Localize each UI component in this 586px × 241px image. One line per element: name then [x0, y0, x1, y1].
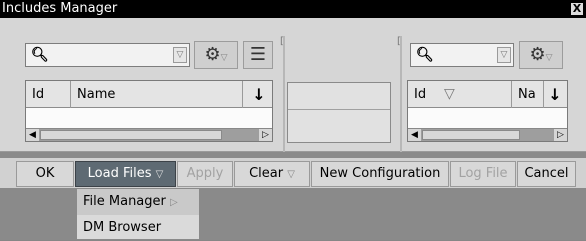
scroll-right-icon[interactable]: ▷ [259, 129, 272, 141]
column-header-name[interactable]: Name [71, 81, 243, 108]
log-file-button[interactable]: Log File [450, 161, 516, 187]
gear-icon: ⚙ [529, 44, 546, 65]
left-horizontal-scrollbar[interactable]: ◀ ▷ [26, 128, 272, 141]
dropdown-arrow-icon: ▽ [155, 169, 164, 180]
dropdown-arrow-icon: ▽ [545, 53, 553, 63]
load-files-button[interactable]: Load Files ▽ [75, 161, 176, 187]
main-content: 🔍︎ ▽ ⚙▽ ☰ Id Name ↓ ◀ ▷ [ [🔍︎ ▽ ⚙▽ Id ▽… [0, 18, 586, 152]
gear-icon: ⚙ [204, 44, 221, 65]
apply-label: Apply [186, 166, 224, 181]
left-table: Id Name ↓ ◀ ▷ [25, 80, 273, 142]
sort-down-arrow-icon[interactable]: ↓ [544, 81, 566, 108]
includes-manager-window: Includes Manager X 🔍︎ ▽ ⚙▽ ☰ Id Name ↓ ◀… [0, 0, 586, 240]
dropdown-arrow-icon: ▽ [287, 169, 295, 180]
new-configuration-button[interactable]: New Configuration [311, 161, 449, 187]
submenu-arrow-icon: ▷ [170, 197, 178, 208]
title-bar: Includes Manager X [0, 0, 586, 18]
clear-button[interactable]: Clear ▽ [234, 161, 310, 187]
scroll-left-icon[interactable]: ◀ [26, 129, 39, 141]
right-search-field[interactable]: 🔍︎ ▽ [410, 43, 514, 67]
menu-item-dm-browser[interactable]: DM Browser [77, 215, 199, 241]
button-bar: OK Load Files ▽ Apply Clear ▽ New Config… [0, 158, 586, 188]
list-button[interactable]: ☰ [243, 41, 273, 69]
left-search-input[interactable] [50, 46, 168, 64]
scroll-right-icon[interactable]: ▷ [554, 129, 567, 141]
dropdown-arrow-icon: ▽ [220, 53, 228, 63]
apply-button[interactable]: Apply [177, 161, 233, 187]
search-icon: 🔍︎ [31, 47, 49, 63]
right-splitter[interactable] [400, 36, 402, 152]
column-header-id[interactable]: Id [26, 81, 71, 108]
ok-label: OK [35, 166, 55, 181]
chevron-down-icon[interactable]: ▽ [173, 47, 187, 63]
left-splitter[interactable] [283, 36, 285, 152]
sort-down-arrow-icon[interactable]: ↓ [248, 81, 270, 108]
cancel-button[interactable]: Cancel [517, 161, 576, 187]
filter-triangle-icon[interactable]: ▽ [444, 81, 455, 108]
left-gear-button[interactable]: ⚙▽ [194, 41, 238, 69]
menu-item-file-manager[interactable]: File Manager ▷ [77, 189, 199, 215]
load-files-label: Load Files [87, 166, 152, 181]
column-header-name[interactable]: Na [512, 81, 544, 108]
window-title: Includes Manager [2, 1, 118, 16]
left-search-field[interactable]: 🔍︎ ▽ [25, 43, 190, 67]
load-files-menu: File Manager ▷ DM Browser [76, 188, 200, 240]
column-header-id[interactable]: Id [408, 81, 512, 108]
search-icon: 🔍︎ [416, 47, 434, 63]
chevron-down-icon[interactable]: ▽ [497, 47, 511, 63]
new-configuration-label: New Configuration [319, 166, 441, 181]
center-header [288, 83, 390, 110]
right-horizontal-scrollbar[interactable]: ◀ ▷ [408, 128, 567, 141]
list-icon: ☰ [249, 44, 267, 65]
cancel-label: Cancel [524, 166, 569, 181]
menu-item-label: File Manager [83, 194, 166, 209]
right-table-header: Id ▽ Na ↓ [408, 81, 567, 108]
ok-button[interactable]: OK [16, 161, 74, 187]
log-file-label: Log File [458, 166, 508, 181]
scroll-thumb[interactable] [422, 130, 520, 140]
scroll-thumb[interactable] [40, 130, 222, 140]
close-button[interactable]: X [571, 3, 583, 15]
scroll-left-icon[interactable]: ◀ [408, 129, 421, 141]
right-search-input[interactable] [435, 46, 493, 64]
center-pane [287, 82, 391, 143]
left-table-header: Id Name ↓ [26, 81, 272, 108]
center-body [288, 110, 390, 137]
menu-item-label: DM Browser [83, 220, 162, 235]
right-table: Id ▽ Na ↓ ◀ ▷ [407, 80, 568, 142]
clear-label: Clear [249, 166, 284, 181]
right-gear-button[interactable]: ⚙▽ [519, 41, 563, 69]
